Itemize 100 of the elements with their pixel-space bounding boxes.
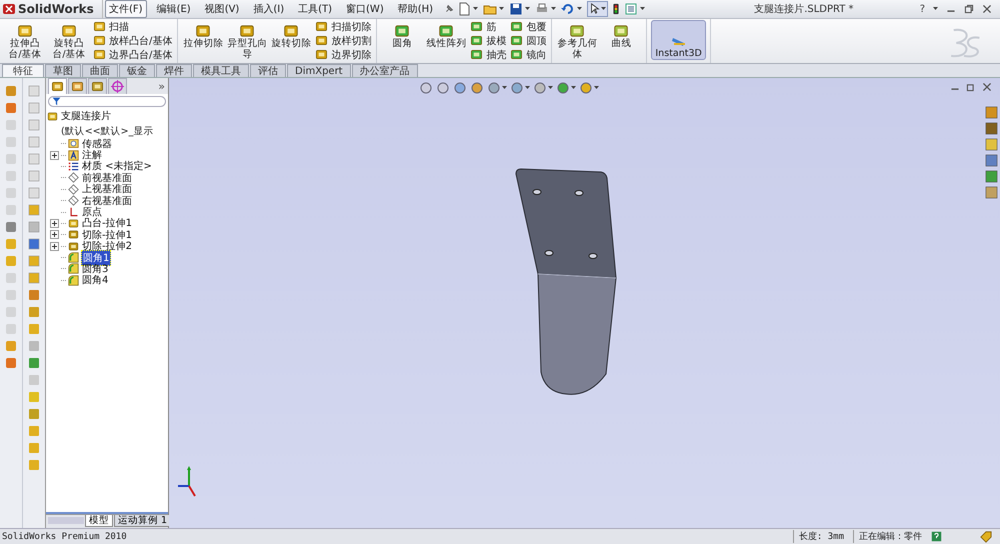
close-icon[interactable] xyxy=(982,82,992,92)
close-icon[interactable] xyxy=(982,4,992,14)
ribbon-button[interactable]: 圆顶 xyxy=(509,34,548,47)
menu-item[interactable]: 帮助(H) xyxy=(394,0,438,18)
caret-icon[interactable] xyxy=(502,86,507,90)
ribbon-button[interactable]: 边界凸台/基体 xyxy=(92,48,174,61)
cursor-icon[interactable] xyxy=(589,3,602,15)
caret-icon[interactable] xyxy=(548,86,553,90)
expand-toggle[interactable] xyxy=(50,218,59,228)
tool-icon[interactable] xyxy=(27,254,41,268)
tool-icon[interactable] xyxy=(4,356,18,370)
filter-icon[interactable] xyxy=(52,97,61,106)
command-tab[interactable]: 焊件 xyxy=(156,64,192,77)
ribbon-button[interactable]: 旋转切除 xyxy=(270,20,312,60)
tool-icon[interactable] xyxy=(27,288,41,302)
command-tab[interactable]: 模具工具 xyxy=(193,64,249,77)
command-tab[interactable]: 特征 xyxy=(2,64,44,77)
collapse-button[interactable]: » xyxy=(158,80,165,92)
menu-item[interactable]: 编辑(E) xyxy=(152,0,195,18)
ribbon-button[interactable]: 异型孔向导 xyxy=(226,20,268,60)
caret-icon[interactable] xyxy=(525,7,530,11)
ribbon-button[interactable]: 包覆 xyxy=(509,20,548,33)
ribbon-button[interactable]: 圆角 xyxy=(381,20,424,60)
task-pane-icon[interactable] xyxy=(985,170,998,183)
model-tab[interactable]: 运动算例 1 xyxy=(114,515,172,527)
ribbon-button[interactable]: 参考几何体 xyxy=(556,20,598,60)
command-tab[interactable]: 评估 xyxy=(250,64,286,77)
menu-item[interactable]: 文件(F) xyxy=(105,0,147,18)
ribbon-button[interactable]: 抽壳 xyxy=(469,48,508,61)
tree-item[interactable]: 前视基准面 xyxy=(81,170,133,185)
ribbon-button[interactable]: 拉伸切除 xyxy=(182,20,224,60)
caret-icon[interactable] xyxy=(933,7,938,11)
ribbon-button[interactable]: 扫描切除 xyxy=(314,20,372,33)
ribbon-button[interactable]: 放样切割 xyxy=(314,34,372,47)
ribbon-button[interactable]: 放样凸台/基体 xyxy=(92,34,174,47)
configuration-icon[interactable] xyxy=(91,80,104,93)
tool-icon[interactable] xyxy=(4,101,18,115)
caret-icon[interactable] xyxy=(473,7,478,11)
task-pane-icon[interactable] xyxy=(985,138,998,151)
caret-icon[interactable] xyxy=(640,7,646,11)
restore-icon[interactable] xyxy=(964,4,974,14)
tool-icon[interactable] xyxy=(27,237,41,251)
menu-item[interactable]: 视图(V) xyxy=(200,0,244,18)
feature-tree-icon[interactable] xyxy=(51,80,64,93)
undo-icon[interactable] xyxy=(561,2,576,16)
task-pane-icon[interactable] xyxy=(985,122,998,135)
command-tab[interactable]: 钣金 xyxy=(119,64,155,77)
tree-item[interactable]: 上视基准面 xyxy=(81,182,133,196)
tree-item[interactable]: 右视基准面 xyxy=(81,194,133,208)
task-pane-icon[interactable] xyxy=(985,106,998,119)
caret-icon[interactable] xyxy=(525,86,530,90)
expand-toggle[interactable] xyxy=(50,150,59,160)
save-icon[interactable] xyxy=(509,2,524,16)
tool-icon[interactable] xyxy=(27,356,41,370)
caret-icon[interactable] xyxy=(551,7,556,11)
ribbon-button[interactable]: 扫描 xyxy=(92,20,174,33)
pin-icon[interactable] xyxy=(443,3,456,15)
part-name[interactable]: 支腿连接片 xyxy=(60,109,112,123)
caret-icon[interactable] xyxy=(571,86,576,90)
tool-icon[interactable] xyxy=(27,271,41,285)
restore-icon[interactable] xyxy=(966,82,976,92)
caret-icon[interactable] xyxy=(577,7,582,11)
tool-icon[interactable] xyxy=(27,203,41,217)
menu-item[interactable]: 工具(T) xyxy=(294,0,336,18)
caret-icon[interactable] xyxy=(594,86,599,90)
menu-item[interactable]: 插入(I) xyxy=(249,0,288,18)
ribbon-button[interactable]: 筋 xyxy=(469,20,508,33)
model-tab[interactable]: 模型 xyxy=(85,515,113,527)
expand-toggle[interactable] xyxy=(50,230,59,240)
ribbon-button[interactable]: 拔模 xyxy=(469,34,508,47)
tool-icon[interactable] xyxy=(4,84,18,98)
command-tab[interactable]: 办公室产品 xyxy=(352,64,418,77)
command-tab[interactable]: 草图 xyxy=(45,64,81,77)
caret-icon[interactable] xyxy=(601,7,606,11)
menu-item[interactable]: 窗口(W) xyxy=(342,0,388,18)
tree-item[interactable]: 传感器 xyxy=(81,136,113,151)
instant3d-button[interactable]: Instant3D xyxy=(651,20,706,60)
tree-item[interactable]: 切除-拉伸1 xyxy=(81,228,133,242)
ribbon-button[interactable]: 曲线 xyxy=(600,20,642,60)
tool-icon[interactable] xyxy=(27,305,41,319)
tool-icon[interactable] xyxy=(4,339,18,353)
ribbon-button[interactable]: 线性阵列 xyxy=(425,20,468,60)
tool-icon[interactable] xyxy=(4,220,18,234)
ribbon-button[interactable]: 旋转凸台/基体 xyxy=(48,20,90,60)
tag-icon[interactable] xyxy=(980,530,992,542)
options-icon[interactable] xyxy=(624,2,638,16)
command-tab[interactable]: 曲面 xyxy=(82,64,118,77)
caret-icon[interactable] xyxy=(499,7,504,11)
tool-icon[interactable] xyxy=(27,407,41,421)
tree-item[interactable]: 圆角4 xyxy=(81,273,110,288)
ribbon-button[interactable]: 边界切除 xyxy=(314,48,372,61)
tool-icon[interactable] xyxy=(27,220,41,234)
task-pane-icon[interactable] xyxy=(985,154,998,167)
property-icon[interactable] xyxy=(71,80,84,93)
help-button[interactable]: ? xyxy=(920,4,925,14)
task-pane-icon[interactable] xyxy=(985,186,998,199)
help-icon[interactable] xyxy=(931,531,942,542)
command-tab[interactable]: DimXpert xyxy=(287,64,351,77)
new-file-icon[interactable] xyxy=(457,2,472,16)
target-icon[interactable] xyxy=(111,80,124,93)
